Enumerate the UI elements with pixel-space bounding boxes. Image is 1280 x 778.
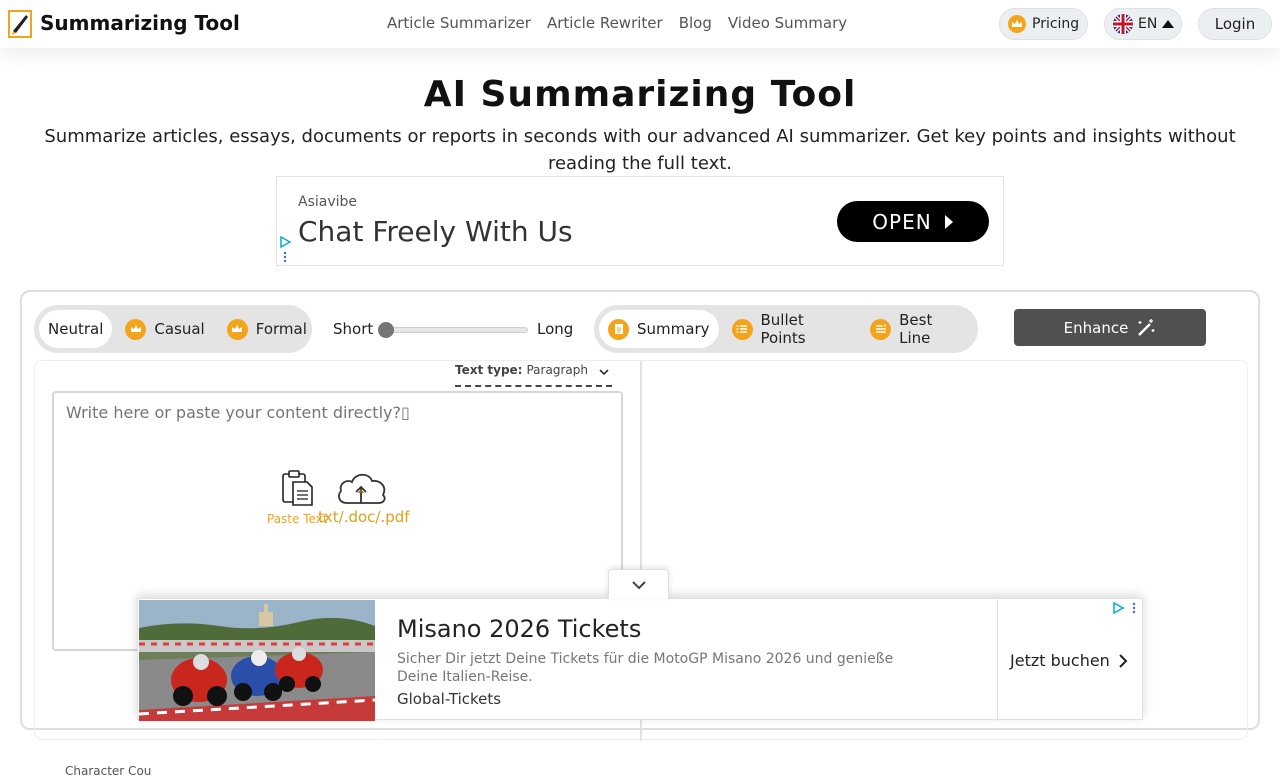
chevron-down-icon — [599, 369, 609, 376]
main-nav: Article Summarizer Article Rewriter Blog… — [387, 14, 847, 32]
mode-neutral-label: Neutral — [48, 320, 104, 338]
brand-name[interactable]: Summarizing Tool — [40, 11, 240, 35]
nav-article-rewriter[interactable]: Article Rewriter — [547, 14, 663, 32]
adchoices-icon[interactable] — [1112, 601, 1140, 615]
upload-file-label[interactable]: txt/.doc/.pdf — [318, 508, 410, 526]
output-best-line[interactable]: Best Line — [861, 310, 973, 348]
pricing-button[interactable]: Pricing — [999, 8, 1088, 40]
enhance-button[interactable]: Enhance — [1014, 309, 1206, 346]
length-slider-handle[interactable] — [378, 322, 394, 338]
mode-casual-label: Casual — [154, 320, 205, 338]
mode-formal[interactable]: Formal — [218, 310, 316, 348]
ad-collapse-button[interactable] — [608, 569, 669, 599]
output-summary[interactable]: Summary — [599, 310, 719, 348]
crown-icon — [1008, 15, 1026, 33]
bottom-ad-banner[interactable]: Misano 2026 Tickets Sicher Dir jetzt Dei… — [137, 598, 1143, 721]
output-bullet-points[interactable]: Bullet Points — [723, 310, 858, 348]
ad-source[interactable]: Global-Tickets — [397, 690, 501, 708]
login-button[interactable]: Login — [1198, 8, 1272, 40]
play-arrow-icon — [944, 214, 953, 229]
clipboard-icon[interactable] — [281, 469, 315, 507]
best-line-icon — [870, 318, 892, 340]
text-type-label: Text type: — [455, 363, 523, 377]
crown-icon — [125, 318, 147, 340]
cloud-upload-icon[interactable] — [335, 469, 389, 507]
length-long-label: Long — [537, 320, 574, 338]
page-title: AI Summarizing Tool — [423, 74, 857, 115]
nav-article-summarizer[interactable]: Article Summarizer — [387, 14, 531, 32]
pricing-label: Pricing — [1032, 16, 1080, 32]
adchoices-icon[interactable] — [279, 235, 291, 265]
uk-flag-icon — [1113, 14, 1133, 34]
mode-formal-label: Formal — [255, 320, 307, 338]
output-summary-label: Summary — [637, 320, 710, 338]
ad-open-label: OPEN — [872, 209, 932, 234]
chevron-down-icon — [631, 580, 646, 589]
character-count: Character Cou — [65, 764, 152, 778]
output-best-line-label: Best Line — [899, 311, 933, 347]
output-bullet-points-label: Bullet Points — [760, 311, 806, 347]
mode-casual[interactable]: Casual — [116, 310, 213, 348]
language-selector[interactable]: EN — [1104, 8, 1182, 40]
text-type-value: Paragraph — [526, 363, 588, 377]
chevron-right-icon — [1119, 653, 1128, 668]
site-header: Summarizing Tool Article Summarizer Arti… — [0, 0, 1280, 48]
nav-blog[interactable]: Blog — [679, 14, 712, 32]
text-type-dropdown[interactable]: Text type: Paragraph — [455, 363, 612, 387]
length-short-label: Short — [333, 320, 374, 338]
ad-advertiser: Asiavibe — [298, 194, 358, 210]
ad-headline[interactable]: Chat Freely With Us — [298, 215, 573, 248]
enhance-label: Enhance — [1063, 318, 1129, 337]
caret-up-icon — [1162, 20, 1175, 28]
ad-cta-label: Jetzt buchen — [1010, 651, 1110, 670]
tone-selector: Neutral Casual Formal — [34, 305, 312, 353]
ad-open-button[interactable]: OPEN — [837, 201, 989, 242]
nav-video-summary[interactable]: Video Summary — [728, 14, 847, 32]
magic-wand-icon — [1138, 318, 1155, 336]
logo-icon[interactable] — [8, 9, 32, 39]
ad-cta-button[interactable]: Jetzt buchen — [1010, 651, 1128, 670]
ad-motogp-image[interactable] — [139, 600, 375, 721]
length-slider[interactable] — [384, 327, 528, 333]
ad-description: Sicher Dir jetzt Deine Tickets für die M… — [397, 651, 894, 685]
ad-title[interactable]: Misano 2026 Tickets — [397, 615, 641, 643]
document-icon — [608, 318, 629, 340]
language-label: EN — [1138, 16, 1158, 32]
top-ad-banner[interactable]: Asiavibe Chat Freely With Us OPEN — [276, 176, 1004, 266]
crown-icon — [226, 318, 248, 340]
output-format-selector: Summary Bullet Points Best Line — [594, 305, 978, 353]
ad-cta-area[interactable]: Jetzt buchen — [997, 599, 1143, 721]
page-subtitle: Summarize articles, essays, documents or… — [44, 126, 1236, 174]
list-icon — [731, 318, 753, 340]
mode-neutral[interactable]: Neutral — [39, 310, 113, 348]
